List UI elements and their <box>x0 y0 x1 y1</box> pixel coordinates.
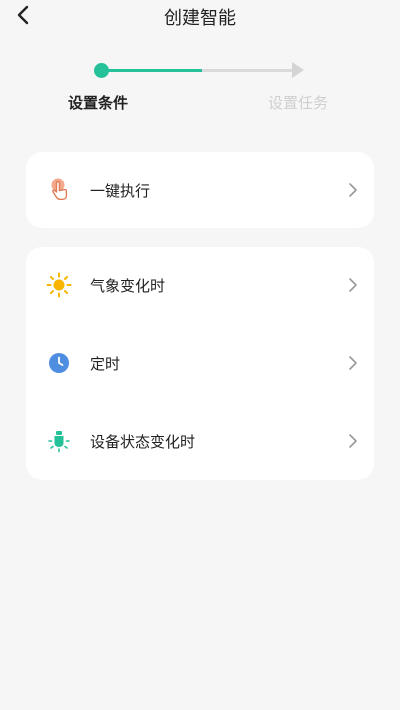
header-bar: 创建智能 <box>0 0 400 32</box>
sun-icon <box>46 272 72 298</box>
step-current-dot <box>94 63 109 78</box>
step-label-conditions: 设置条件 <box>68 94 129 112</box>
option-timer[interactable]: 定时 <box>26 325 374 401</box>
option-one-tap-execute[interactable]: 一键执行 <box>26 152 374 228</box>
device-bulb-icon <box>46 428 72 454</box>
tap-hand-icon <box>46 177 72 203</box>
clock-icon <box>46 350 72 376</box>
option-label: 定时 <box>90 354 121 373</box>
chevron-right-icon <box>346 353 360 373</box>
condition-options-card: 气象变化时 定时 设备状态变化时 <box>26 247 374 480</box>
option-label: 气象变化时 <box>90 276 166 295</box>
option-device-state-change[interactable]: 设备状态变化时 <box>26 403 374 479</box>
step-line-pending <box>202 69 296 72</box>
option-weather-change[interactable]: 气象变化时 <box>26 247 374 323</box>
step-label-tasks: 设置任务 <box>268 94 329 112</box>
manual-trigger-card: 一键执行 <box>26 152 374 228</box>
option-label: 设备状态变化时 <box>90 432 196 451</box>
option-label: 一键执行 <box>90 181 151 200</box>
chevron-right-icon <box>346 431 360 451</box>
chevron-right-icon <box>346 180 360 200</box>
chevron-right-icon <box>346 275 360 295</box>
page-title: 创建智能 <box>164 8 236 29</box>
step-line-completed <box>102 69 202 72</box>
step-arrow-icon <box>292 62 304 78</box>
progress-stepper: 设置条件 设置任务 <box>0 58 400 118</box>
